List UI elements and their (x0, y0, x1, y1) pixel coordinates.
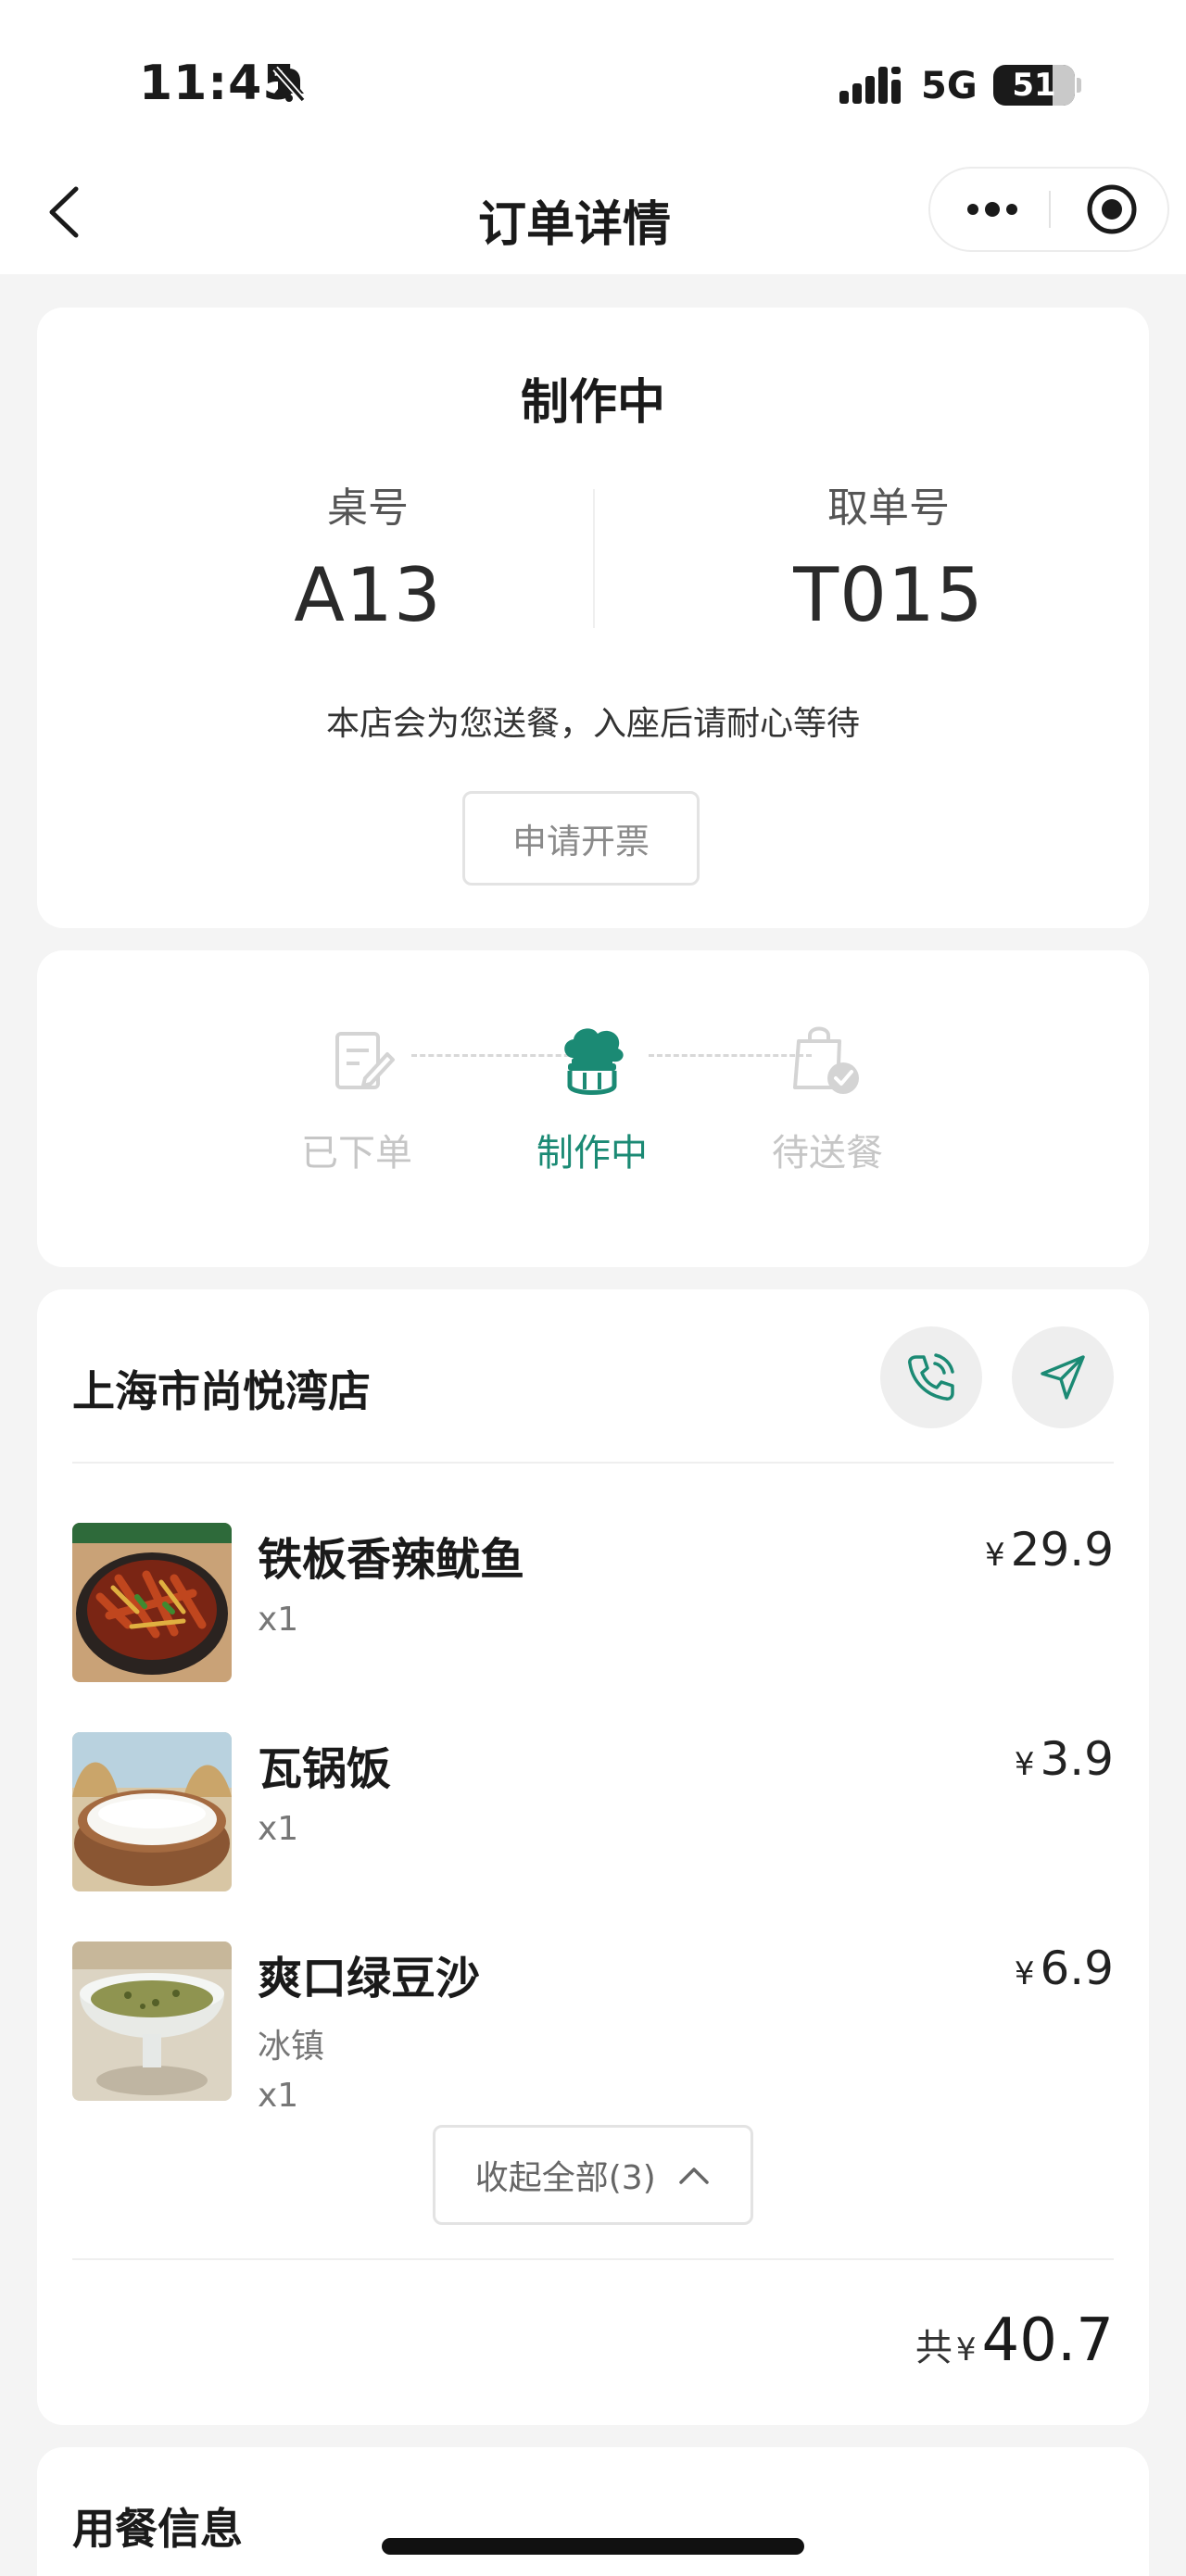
table-number-label: 桌号 (327, 484, 409, 532)
chef-hat-icon (564, 1028, 624, 1095)
order-status-card: 制作中 桌号 A13 取单号 T015 本店会为您送餐，入座后请耐心等待 申请开… (37, 308, 1149, 928)
item-spec: 冰镇 (258, 2028, 325, 2066)
service-hint: 本店会为您送餐，入座后请耐心等待 (325, 705, 860, 743)
currency-symbol: ¥ (985, 1537, 1005, 1574)
item-price: ¥29.9 (985, 1523, 1114, 1577)
order-placed-icon (335, 1032, 395, 1089)
price-value: 29.9 (1010, 1523, 1114, 1577)
store-name: 上海市尚悦湾店 (72, 1366, 371, 1416)
home-indicator[interactable] (382, 2538, 804, 2555)
item-name: 爽口绿豆沙 (258, 1953, 481, 2004)
bell-muted-icon (272, 66, 306, 103)
collapse-label: 收起全部(3) (474, 2159, 656, 2197)
more-icon[interactable] (954, 169, 1030, 250)
item-name: 铁板香辣鱿鱼 (258, 1534, 525, 1586)
signal-icon (839, 67, 901, 104)
rice-bowl-image (72, 1732, 232, 1891)
table-number-block: 桌号 A13 (159, 474, 576, 638)
dining-info-card: 用餐信息 (37, 2447, 1149, 2576)
price-value: 3.9 (1040, 1732, 1114, 1786)
chevron-up-icon (679, 2168, 709, 2184)
total-prefix: 共 (915, 2327, 953, 2369)
network-type: 5G (921, 65, 978, 107)
step-label-cooking: 制作中 (536, 1132, 648, 1175)
currency-symbol: ¥ (955, 2331, 977, 2369)
pickup-number-block: 取单号 T015 (680, 474, 1097, 638)
item-quantity: x1 (258, 1810, 299, 1848)
step-label-delivery: 待送餐 (772, 1132, 883, 1175)
navigation-arrow-icon (1041, 1355, 1085, 1400)
item-quantity: x1 (258, 2077, 299, 2115)
order-items-card: 上海市尚悦湾店 铁板香辣鱿鱼 x1 ¥29.9 瓦锅饭 x1 ¥ 3.9 爽口绿… (37, 1289, 1149, 2425)
pickup-number-label: 取单号 (827, 484, 950, 532)
battery-icon: 51 (993, 65, 1075, 106)
currency-symbol: ¥ (1014, 1746, 1035, 1783)
item-price: ¥6.9 (1015, 1941, 1114, 1995)
request-invoice-button[interactable]: 申请开票 (462, 791, 700, 886)
order-status-title: 制作中 (520, 375, 665, 431)
nav-bar: 订单详情 (0, 157, 1186, 274)
item-name: 瓦锅饭 (258, 1743, 392, 1795)
navigate-button[interactable] (1012, 1326, 1114, 1428)
order-progress-card: 已下单 制作中 待送餐 (37, 950, 1149, 1267)
collapse-all-button[interactable]: 收起全部(3) (433, 2125, 753, 2225)
mung-bean-soup-image (72, 1941, 232, 2101)
capsule-divider (1049, 191, 1051, 228)
order-total: 共 ¥40.7 (915, 2306, 1114, 2375)
divider (72, 2258, 1114, 2260)
bag-check-icon (793, 1026, 859, 1094)
currency-symbol: ¥ (1014, 1955, 1035, 1992)
item-quantity: x1 (258, 1601, 299, 1639)
price-value: 6.9 (1040, 1941, 1114, 1995)
pickup-number-value: T015 (793, 552, 984, 638)
battery-cap (1077, 78, 1081, 93)
dining-info-title: 用餐信息 (72, 2504, 243, 2554)
step-label-ordered: 已下单 (301, 1132, 412, 1175)
squid-dish-image (72, 1523, 232, 1682)
mini-program-capsule (928, 167, 1169, 252)
status-bar: 11:45 5G 51 (0, 0, 1186, 157)
battery-level: 51 (1012, 67, 1056, 104)
divider (72, 1462, 1114, 1464)
total-amount: 40.7 (981, 2306, 1115, 2375)
item-price: ¥3.9 (1015, 1732, 1114, 1786)
call-store-button[interactable] (880, 1326, 982, 1428)
column-divider (593, 489, 595, 628)
phone-icon (908, 1353, 954, 1401)
close-target-icon[interactable] (1067, 169, 1156, 250)
table-number-value: A13 (294, 552, 442, 638)
